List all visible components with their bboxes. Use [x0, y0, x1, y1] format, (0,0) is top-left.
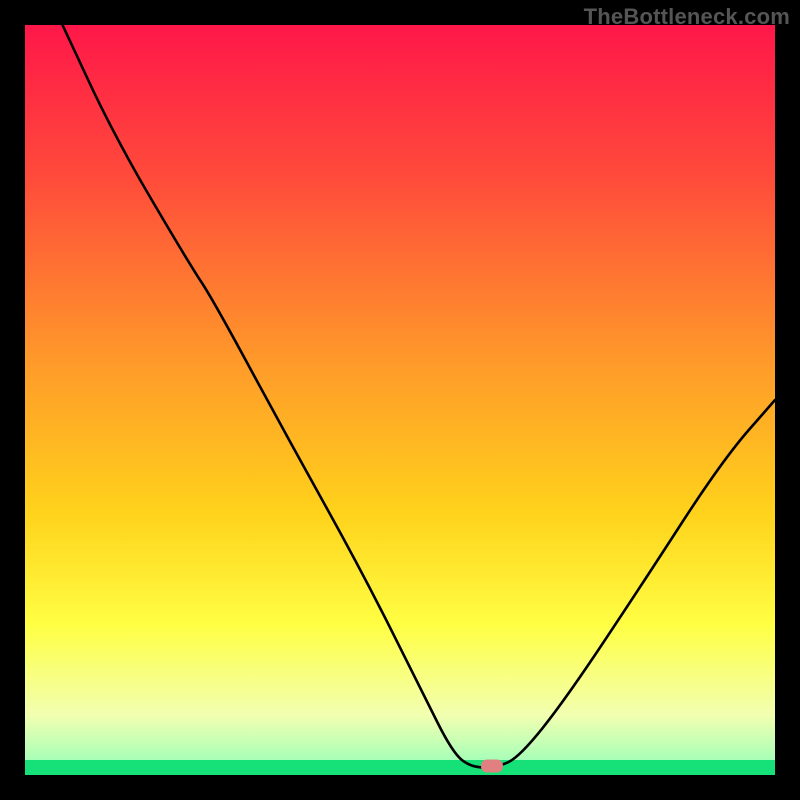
chart-stage: TheBottleneck.com — [0, 0, 800, 800]
bottleneck-curve — [63, 25, 776, 768]
plot-area — [25, 25, 775, 775]
curve-layer — [25, 25, 775, 775]
minimum-marker — [481, 760, 503, 773]
